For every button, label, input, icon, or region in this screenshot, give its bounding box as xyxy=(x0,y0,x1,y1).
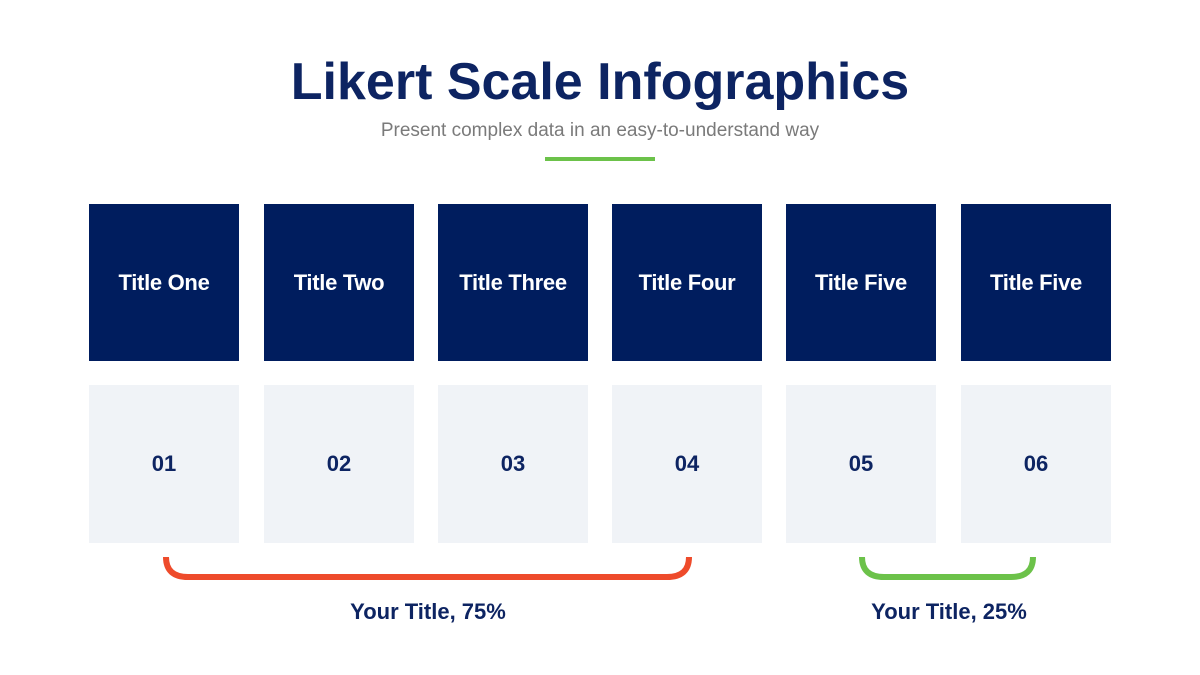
group-label: Your Title, 25% xyxy=(871,599,1027,624)
group-brackets xyxy=(163,556,1036,580)
group-bracket-green xyxy=(859,556,1036,580)
group-label: Your Title, 75% xyxy=(350,599,506,624)
group-bracket-red xyxy=(163,556,692,580)
